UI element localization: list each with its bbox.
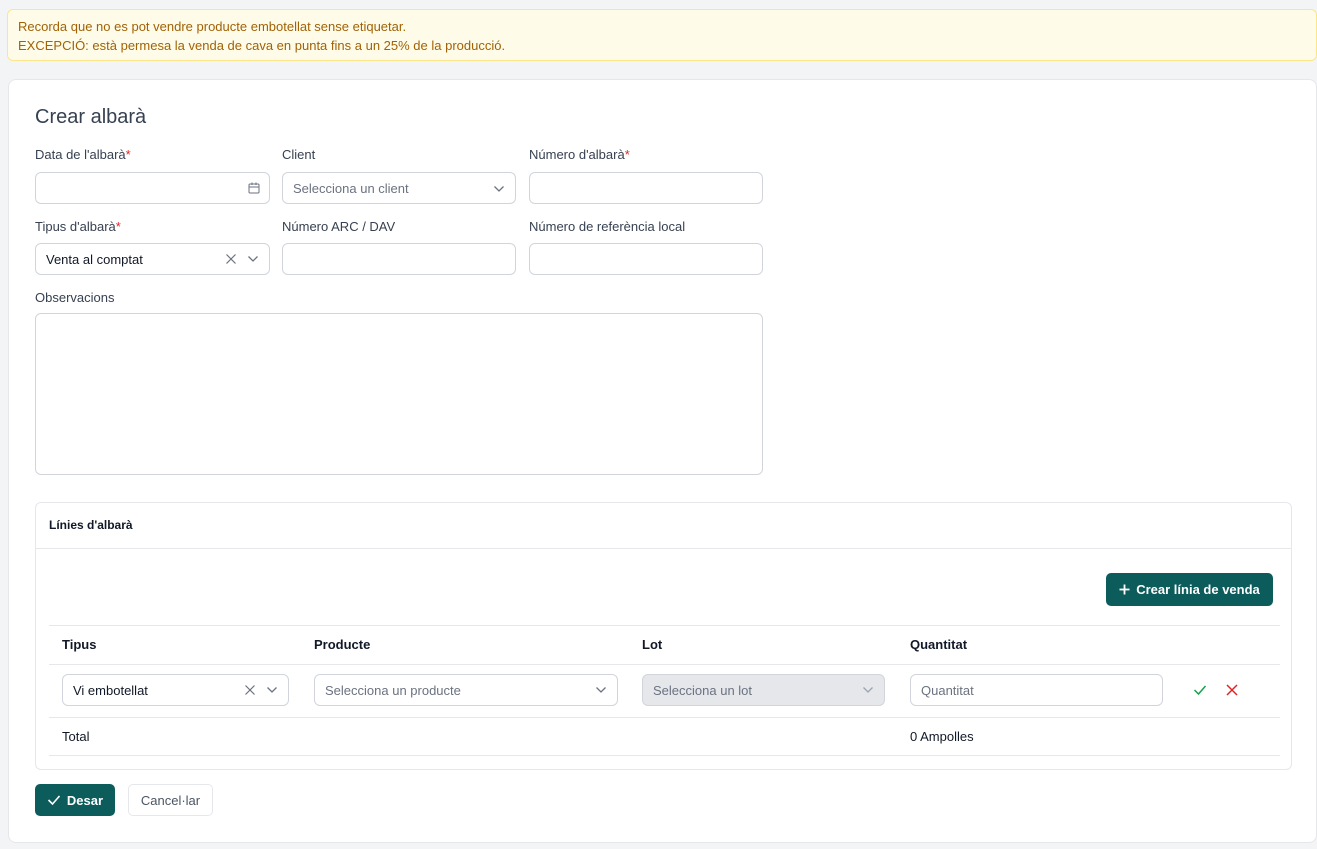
save-label: Desar [66,792,104,808]
arc-label: Número ARC / DAV [282,219,396,234]
number-label: Número d'albarà* [529,147,630,162]
cancel-button[interactable]: Cancel·lar [128,784,213,816]
lot-placeholder: Selecciona un lot [653,683,753,698]
total-label: Total [62,729,90,744]
chevron-down-icon [266,684,278,696]
cancel-label: Cancel·lar [140,792,201,808]
line-type-select[interactable]: Vi embotellat [62,674,289,706]
column-header-lot: Lot [642,637,663,652]
panel-header: Línies d'albarà [36,503,1291,549]
save-button[interactable]: Desar [35,784,115,816]
type-select[interactable]: Venta al comptat [35,243,270,275]
calendar-icon[interactable] [248,182,260,194]
alert-line-2: EXCEPCIÓ: està permesa la venda de cava … [18,38,506,53]
type-label: Tipus d'albarà* [35,219,121,234]
column-header-product: Producte [314,637,371,652]
check-icon[interactable] [1193,683,1207,697]
create-sale-line-label: Crear línia de venda [1136,582,1260,597]
notes-label: Observacions [35,290,115,305]
product-select[interactable]: Selecciona un producte [314,674,618,706]
date-label: Data de l'albarà* [35,147,131,162]
column-header-quantity: Quantitat [910,637,968,652]
column-header-type: Tipus [62,637,97,652]
create-delivery-note-card: Crear albarà Data de l'albarà* Client Se… [8,79,1317,843]
alert-line-1: Recorda que no es pot vendre producte em… [18,19,407,34]
client-select[interactable]: Selecciona un client [282,172,516,204]
total-value: 0 Ampolles [910,729,974,744]
warning-alert: Recorda que no es pot vendre producte em… [7,9,1317,61]
chevron-down-icon [247,253,259,265]
divider [49,625,1280,626]
client-placeholder: Selecciona un client [293,181,409,196]
date-input[interactable] [35,172,270,204]
product-placeholder: Selecciona un producte [325,683,461,698]
create-sale-line-button[interactable]: Crear línia de venda [1106,573,1273,606]
divider [49,755,1280,756]
local-reference-input[interactable] [529,243,763,275]
lot-select[interactable]: Selecciona un lot [642,674,885,706]
reference-label: Número de referència local [529,219,686,234]
panel-title: Línies d'albarà [49,518,133,532]
check-icon [47,793,61,807]
chevron-down-icon [862,684,874,696]
delivery-lines-panel: Línies d'albarà Crear línia de venda Tip… [35,502,1292,770]
delivery-number-input[interactable] [529,172,763,204]
chevron-down-icon [595,684,607,696]
divider [49,664,1280,665]
client-label: Client [282,147,316,162]
page-title: Crear albarà [35,106,147,128]
notes-textarea[interactable] [35,313,763,475]
chevron-down-icon [493,183,505,195]
divider [49,717,1280,718]
arc-dav-input[interactable] [282,243,516,275]
clear-icon[interactable] [225,253,237,265]
quantity-placeholder: Quantitat [921,683,974,698]
clear-icon[interactable] [244,684,256,696]
type-value: Venta al comptat [46,252,143,267]
delete-icon[interactable] [1225,683,1239,697]
line-type-value: Vi embotellat [73,683,148,698]
plus-icon [1119,584,1130,595]
quantity-input[interactable]: Quantitat [910,674,1163,706]
